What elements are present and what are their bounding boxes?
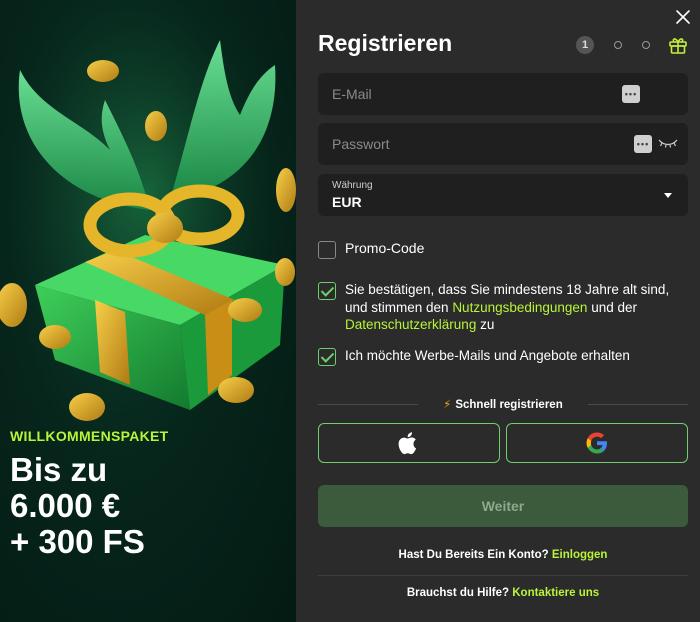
step-dot bbox=[642, 41, 650, 49]
password-field[interactable]: Passwort ••• bbox=[318, 123, 688, 165]
step-dot bbox=[614, 41, 622, 49]
promo-code-label: Promo-Code bbox=[345, 240, 425, 256]
google-icon bbox=[586, 432, 607, 454]
gift-illustration bbox=[0, 0, 296, 430]
bolt-icon: ⚡ bbox=[443, 399, 452, 411]
help-link[interactable]: Kontaktiere uns bbox=[512, 587, 599, 599]
promo-code-checkbox[interactable] bbox=[318, 241, 336, 259]
marketing-checkbox[interactable] bbox=[318, 348, 336, 366]
step-current: 1 bbox=[576, 36, 594, 54]
form-title: Registrieren bbox=[318, 30, 453, 56]
promo-panel: WILLKOMMENSPAKET Bis zu 6.000 € + 300 FS bbox=[0, 0, 296, 622]
registration-modal: WILLKOMMENSPAKET Bis zu 6.000 € + 300 FS… bbox=[0, 0, 700, 622]
privacy-link[interactable]: Datenschutzerklärung bbox=[345, 317, 476, 332]
email-field[interactable]: E-Mail ••• bbox=[318, 73, 688, 115]
registration-form: Registrieren 1 E-Mail ••• Passwort ••• W… bbox=[296, 0, 700, 622]
continue-button[interactable]: Weiter bbox=[318, 485, 688, 527]
marketing-row: Ich möchte Werbe-Mails und Angebote erha… bbox=[318, 347, 630, 366]
terms-checkbox[interactable] bbox=[318, 282, 336, 300]
terms-text: Sie bestätigen, dass Sie mindestens 18 J… bbox=[345, 281, 690, 334]
login-prompt: Hast Du Bereits Ein Konto? Einloggen bbox=[318, 549, 688, 561]
login-link[interactable]: Einloggen bbox=[552, 549, 608, 561]
email-placeholder: E-Mail bbox=[332, 86, 372, 102]
quick-register-divider: ⚡ Schnell registrieren bbox=[318, 399, 688, 411]
promo-headline-line: Bis zu bbox=[10, 451, 108, 488]
currency-select[interactable]: Währung EUR bbox=[318, 174, 688, 216]
currency-value: EUR bbox=[332, 194, 362, 210]
currency-label: Währung bbox=[332, 180, 373, 191]
promo-headline-line: 6.000 € bbox=[10, 487, 121, 524]
gift-icon bbox=[669, 38, 687, 54]
promo-text: WILLKOMMENSPAKET Bis zu 6.000 € + 300 FS bbox=[10, 428, 169, 560]
step-indicator: 1 bbox=[576, 35, 688, 55]
promo-eyebrow: WILLKOMMENSPAKET bbox=[10, 428, 169, 444]
login-prompt-text: Hast Du Bereits Ein Konto? bbox=[398, 549, 549, 561]
promo-headline-line: + 300 FS bbox=[10, 523, 145, 560]
quick-register-text: Schnell registrieren bbox=[455, 399, 563, 411]
marketing-label: Ich möchte Werbe-Mails und Angebote erha… bbox=[345, 348, 630, 363]
google-signin-button[interactable] bbox=[506, 423, 688, 463]
promo-code-row[interactable]: Promo-Code bbox=[318, 240, 424, 259]
terms-text-middle: und der bbox=[587, 299, 637, 315]
terms-text-after: zu bbox=[476, 317, 495, 332]
apple-icon bbox=[398, 432, 417, 455]
help-prompt-text: Brauchst du Hilfe? bbox=[406, 587, 510, 599]
help-prompt: Brauchst du Hilfe? Kontaktiere uns bbox=[318, 587, 688, 599]
password-placeholder: Passwort bbox=[332, 136, 390, 152]
eye-closed-icon[interactable] bbox=[658, 138, 678, 148]
dots-icon[interactable]: ••• bbox=[622, 85, 640, 103]
promo-headline: Bis zu 6.000 € + 300 FS bbox=[10, 452, 169, 560]
close-icon[interactable] bbox=[674, 8, 692, 26]
footer-divider bbox=[318, 575, 688, 576]
apple-signin-button[interactable] bbox=[318, 423, 500, 463]
terms-link[interactable]: Nutzungsbedingungen bbox=[452, 300, 587, 315]
chevron-down-icon bbox=[664, 193, 672, 198]
quick-register-label: ⚡ Schnell registrieren bbox=[318, 397, 688, 411]
dots-icon[interactable]: ••• bbox=[634, 135, 652, 153]
terms-row: Sie bestätigen, dass Sie mindestens 18 J… bbox=[318, 281, 690, 334]
